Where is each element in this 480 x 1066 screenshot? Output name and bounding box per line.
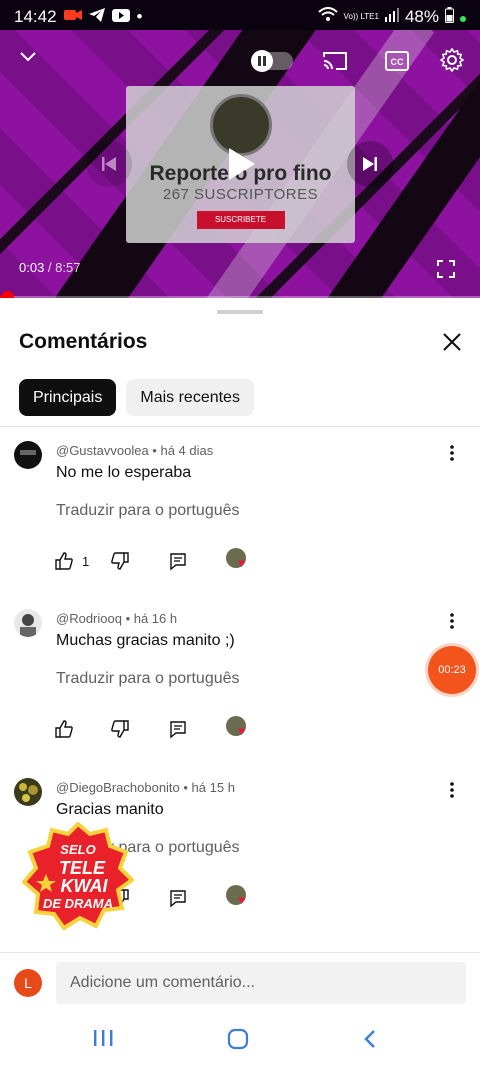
svg-text:CC: CC	[391, 57, 404, 67]
dislike-icon[interactable]	[110, 718, 132, 740]
creator-heart-icon: ♥	[226, 548, 252, 574]
like-icon[interactable]	[54, 550, 76, 572]
recent-apps-icon[interactable]	[92, 1028, 118, 1052]
current-time: 0:03	[19, 260, 45, 275]
reply-icon[interactable]	[168, 550, 190, 572]
clock: 14:42	[14, 7, 57, 26]
like-icon[interactable]	[54, 718, 76, 740]
status-bar: 14:42 • Vo)) LTE1 48%	[0, 0, 480, 34]
signal-icon	[384, 7, 399, 27]
time-separator: /	[44, 260, 56, 275]
user-avatar: L	[14, 969, 42, 997]
heart-icon: ♥	[238, 724, 246, 738]
progress-bar[interactable]	[0, 291, 480, 298]
video-player[interactable]: Reporte o pro fino 267 SUSCRIPTORES SUSC…	[0, 30, 480, 298]
next-icon[interactable]	[347, 141, 393, 187]
creator-heart-icon: ♥	[226, 716, 252, 742]
telegram-icon	[88, 7, 105, 27]
scrubber-handle[interactable]	[1, 291, 14, 298]
comment-meta[interactable]: @Gustavvoolea • há 4 dias	[56, 443, 213, 458]
wifi-icon	[317, 7, 338, 27]
comment-item: @Rodriooq • há 16 h Muchas gracias manit…	[0, 595, 480, 763]
system-nav-bar	[0, 1014, 480, 1066]
minimize-chevron-icon[interactable]	[16, 44, 40, 68]
avatar[interactable]	[14, 609, 42, 637]
heart-icon: ♥	[238, 556, 246, 570]
heart-icon: ♥	[238, 893, 246, 907]
green-dot-icon	[460, 7, 466, 27]
svg-text:DE DRAMA: DE DRAMA	[43, 896, 113, 911]
back-icon[interactable]	[360, 1028, 386, 1052]
avatar[interactable]	[14, 778, 42, 806]
status-right: Vo)) LTE1 48%	[317, 6, 466, 28]
reply-icon[interactable]	[168, 887, 190, 909]
comment-input[interactable]: Adicione um comentário...	[56, 962, 466, 1004]
recording-timer-badge[interactable]: 00:23	[428, 646, 476, 694]
translate-link[interactable]: Traduzir para o português	[56, 670, 240, 688]
comment-meta[interactable]: @DiegoBrachobonito • há 15 h	[56, 780, 235, 795]
svg-text:KWAI: KWAI	[61, 876, 109, 896]
comments-title: Comentários	[19, 330, 148, 353]
close-icon[interactable]	[438, 328, 466, 356]
creator-heart-icon: ♥	[226, 885, 252, 911]
previous-icon[interactable]	[86, 141, 132, 187]
comment-item: @Gustavvoolea • há 4 dias No me lo esper…	[0, 427, 480, 595]
translate-link[interactable]: Traduzir para o português	[56, 502, 240, 520]
sort-chips: Principais Mais recentes	[19, 379, 254, 416]
more-vert-icon[interactable]	[442, 780, 462, 800]
dislike-icon[interactable]	[110, 550, 132, 572]
autoplay-toggle[interactable]	[251, 50, 293, 72]
comment-actions: ♥	[54, 716, 252, 742]
selo-tele-kwai-logo: SELO TELE KWAI DE DRAMA	[21, 821, 136, 932]
battery-icon	[445, 6, 454, 28]
settings-gear-icon[interactable]	[438, 46, 466, 74]
camera-notification-icon	[63, 7, 82, 27]
more-vert-icon[interactable]	[442, 443, 462, 463]
time-display: 0:03 / 8:57	[19, 260, 80, 275]
card-subscribe-button: SUSCRIBETE	[196, 211, 285, 229]
home-icon[interactable]	[226, 1028, 252, 1052]
comment-text: No me lo esperaba	[56, 464, 192, 481]
cast-icon[interactable]	[320, 48, 350, 74]
like-count: 1	[82, 553, 90, 569]
comment-input-bar: L Adicione um comentário...	[0, 952, 480, 1014]
tab-principais[interactable]: Principais	[19, 379, 117, 416]
network-label: Vo)) LTE1	[343, 12, 379, 21]
dot-icon: •	[136, 7, 143, 26]
avatar[interactable]	[14, 441, 42, 469]
comment-actions: 1 ♥	[54, 548, 252, 574]
duration: 8:57	[55, 260, 81, 275]
drag-handle[interactable]	[217, 310, 263, 314]
more-vert-icon[interactable]	[442, 611, 462, 631]
battery-percent: 48%	[404, 7, 439, 26]
play-icon[interactable]	[215, 138, 267, 190]
status-left: 14:42 •	[14, 7, 143, 27]
fullscreen-icon[interactable]	[435, 258, 457, 280]
tab-mais-recentes[interactable]: Mais recentes	[126, 379, 254, 416]
svg-text:TELE: TELE	[59, 858, 106, 878]
youtube-notification-icon	[111, 7, 130, 27]
captions-icon[interactable]: CC	[383, 48, 411, 74]
comment-meta[interactable]: @Rodriooq • há 16 h	[56, 611, 177, 626]
reply-icon[interactable]	[168, 718, 190, 740]
pause-icon	[251, 50, 273, 72]
comment-text: Gracias manito	[56, 801, 164, 818]
svg-text:SELO: SELO	[60, 842, 95, 857]
comment-text: Muchas gracias manito ;)	[56, 632, 235, 649]
